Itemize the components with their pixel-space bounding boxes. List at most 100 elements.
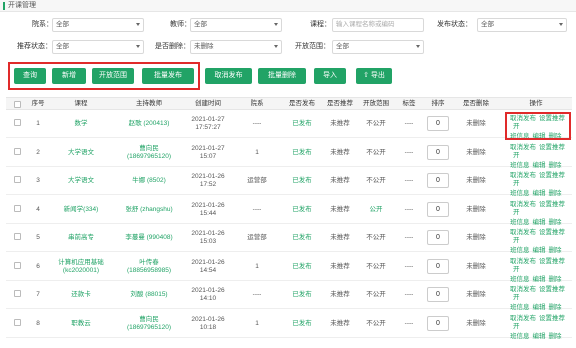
course-link[interactable]: 数学 [51, 120, 111, 128]
open-scope-button[interactable]: 开放范围 [92, 68, 134, 84]
teacher-name[interactable]: 张舒 (zhangshu) [114, 206, 184, 214]
set-recommend-link[interactable]: 设置推荐 [539, 286, 565, 293]
teacher-phone[interactable]: (18697965120) [114, 153, 184, 161]
class-info-link[interactable]: 班信息 [510, 333, 530, 340]
published-value: 已发布 [292, 205, 312, 213]
filter-row-2: 推荐状态： 全部 是否删除： 未删除 开放范围： 全部 [0, 36, 576, 58]
open-scope-link[interactable]: 开 [513, 152, 520, 159]
deleted-select-value: 未删除 [194, 43, 214, 50]
row-checkbox[interactable] [14, 233, 21, 240]
row-actions: 取消发布 设置推荐开 班信息 编辑 删除 [510, 229, 572, 255]
edit-link[interactable]: 编辑 [533, 333, 546, 340]
scope-value: 不公开 [366, 291, 386, 298]
teacher-name[interactable]: 赵歌 (200413) [114, 120, 184, 128]
deleted-value: 未删除 [466, 205, 486, 213]
query-button[interactable]: 查询 [14, 68, 46, 84]
unpublish-link[interactable]: 取消发布 [510, 315, 536, 322]
header-teacher: 主持教师 [136, 100, 162, 107]
sort-input[interactable]: 0 [427, 287, 449, 302]
export-button-label: 导出 [370, 72, 385, 79]
teacher-name[interactable]: 刘酸 (88015) [114, 291, 184, 299]
set-recommend-link[interactable]: 设置推荐 [539, 201, 565, 208]
teacher-name[interactable]: 曹向民 [114, 316, 184, 324]
tag-value: ---- [404, 177, 414, 184]
teacher-name[interactable]: 李蔓曼 (990408) [114, 234, 184, 242]
open-scope-link[interactable]: 开 [513, 180, 520, 187]
teacher-name[interactable]: 牛娜 (8502) [114, 177, 184, 185]
course-link[interactable]: 串前高专 [51, 234, 111, 242]
add-button[interactable]: 新增 [52, 68, 86, 84]
open-scope-link[interactable]: 开 [513, 323, 520, 330]
open-scope-link[interactable]: 开 [513, 294, 520, 301]
row-checkbox[interactable] [14, 204, 21, 212]
publish-status-select-value: 全部 [481, 21, 494, 28]
department-label: 院系： [32, 21, 53, 28]
batch-delete-button[interactable]: 批量删除 [258, 68, 306, 84]
tag-value: ---- [404, 148, 414, 156]
row-checkbox[interactable] [14, 176, 21, 183]
publish-status-select[interactable]: 全部 [477, 18, 567, 32]
teacher-select-value: 全部 [194, 21, 207, 28]
course-link[interactable]: 计算机应用基础 [51, 259, 111, 267]
unpublish-link[interactable]: 取消发布 [510, 229, 536, 236]
unpublish-link[interactable]: 取消发布 [510, 201, 536, 208]
set-recommend-link[interactable]: 设置推荐 [539, 258, 565, 265]
cancel-publish-button[interactable]: 取消发布 [205, 68, 252, 84]
dept-value: 1 [255, 319, 259, 327]
row-actions: 取消发布 设置推荐开 班信息 编辑 删除 [510, 172, 572, 198]
delete-link[interactable]: 删除 [549, 333, 562, 340]
recommend-status-select[interactable]: 全部 [52, 40, 144, 54]
open-scope-link[interactable]: 开 [513, 266, 520, 273]
tag-value: ---- [404, 205, 414, 213]
teacher-select[interactable]: 全部 [190, 18, 282, 32]
chevron-down-icon [136, 45, 140, 48]
teacher-name[interactable]: 曹向民 [114, 145, 184, 153]
row-actions: 取消发布 设置推荐开 班信息 编辑 删除 [510, 144, 572, 170]
open-scope-select-value: 全部 [336, 43, 349, 50]
sort-input[interactable]: 0 [427, 201, 449, 217]
open-scope-link[interactable]: 开 [513, 209, 520, 216]
sort-input[interactable]: 0 [427, 173, 449, 188]
row-checkbox[interactable] [14, 119, 21, 126]
teacher-phone[interactable]: (18856958985) [114, 267, 184, 275]
row-checkbox[interactable] [14, 318, 21, 326]
unpublish-link[interactable]: 取消发布 [510, 286, 536, 293]
chevron-down-icon [136, 23, 140, 26]
row-checkbox[interactable] [14, 261, 21, 269]
set-recommend-link[interactable]: 设置推荐 [539, 144, 565, 151]
header-scope: 开放范围 [363, 100, 389, 107]
export-button[interactable]: ⇧ 导出 [356, 68, 392, 84]
unpublish-link[interactable]: 取消发布 [510, 144, 536, 151]
created-time: 17:52 [199, 181, 217, 188]
set-recommend-link[interactable]: 设置推荐 [539, 315, 565, 322]
select-all-checkbox[interactable] [14, 101, 21, 108]
sort-input[interactable]: 0 [427, 230, 449, 245]
set-recommend-link[interactable]: 设置推荐 [539, 172, 565, 179]
teacher-name[interactable]: 叶传春 [114, 259, 184, 267]
course-search-input[interactable]: 输入课程名称或编码 [332, 18, 424, 32]
row-checkbox[interactable] [14, 147, 21, 155]
unpublish-link[interactable]: 取消发布 [510, 258, 536, 265]
open-scope-select[interactable]: 全部 [332, 40, 424, 54]
course-link[interactable]: 职教云 [51, 320, 111, 328]
course-link[interactable]: 还款卡 [51, 291, 111, 299]
course-link[interactable]: 大学语文 [51, 149, 111, 157]
open-scope-link[interactable]: 开 [513, 237, 520, 244]
teacher-phone[interactable]: (18697965120) [114, 324, 184, 332]
unpublish-link[interactable]: 取消发布 [510, 172, 536, 179]
course-link[interactable]: 大学语文 [51, 177, 111, 185]
set-recommend-link[interactable]: 设置推荐 [539, 229, 565, 236]
import-button[interactable]: 导入 [314, 68, 346, 84]
table-row: 6 计算机应用基础 (kc2020001) 叶传春 (18856958985) 2021-… [6, 253, 572, 283]
deleted-select[interactable]: 未删除 [190, 40, 282, 54]
sort-input[interactable]: 0 [427, 116, 449, 131]
row-checkbox[interactable] [14, 290, 21, 297]
course-code[interactable]: (kc2020001) [51, 267, 111, 275]
course-link[interactable]: 新闻学(334) [51, 206, 111, 214]
sort-input[interactable]: 0 [427, 144, 449, 160]
department-select[interactable]: 全部 [52, 18, 144, 32]
sort-input[interactable]: 0 [427, 258, 449, 274]
row-no: 1 [36, 120, 40, 127]
sort-input[interactable]: 0 [427, 315, 449, 331]
batch-publish-button[interactable]: 批量发布 [142, 68, 194, 84]
